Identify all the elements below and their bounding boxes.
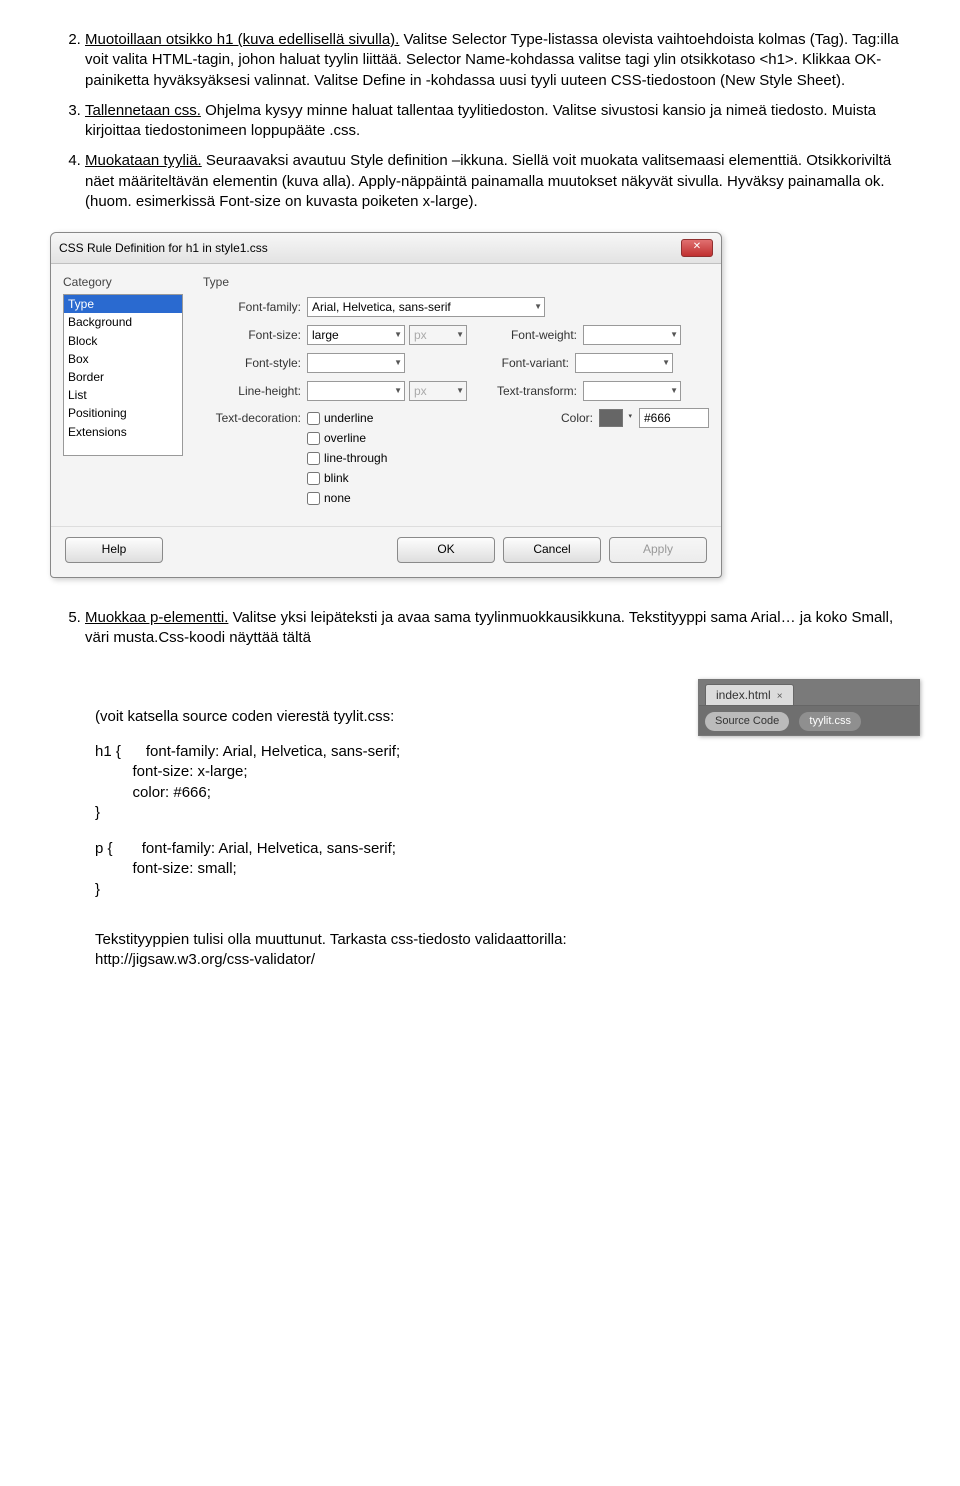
tyylit-css-pill[interactable]: tyylit.css [799,712,861,731]
line-height-unit-combo[interactable]: px▼ [409,381,467,401]
category-item-box[interactable]: Box [64,350,182,368]
chevron-down-icon: ▼ [456,330,464,341]
instruction-list-2: Muokkaa p-elementti. Valitse yksi leipät… [40,608,920,649]
font-variant-label: Font-variant: [483,355,575,371]
dialog-title: CSS Rule Definition for h1 in style1.css [59,240,268,256]
instruction-list: Muotoillaan otsikko h1 (kuva edellisellä… [40,30,920,212]
category-item-border[interactable]: Border [64,368,182,386]
font-variant-combo[interactable]: ▼ [575,353,673,373]
chevron-down-icon: ▼ [394,330,402,341]
chevron-down-icon: ▼ [662,358,670,369]
type-section-label: Type [203,274,709,290]
line-height-label: Line-height: [203,383,307,399]
category-item-block[interactable]: Block [64,332,182,350]
step-5: Muokkaa p-elementti. Valitse yksi leipät… [85,608,920,649]
source-code-pill[interactable]: Source Code [705,712,789,731]
ok-button[interactable]: OK [397,537,495,563]
footer-text: Tekstityyppien tulisi olla muuttunut. Ta… [40,930,920,971]
font-weight-combo[interactable]: ▼ [583,325,681,345]
category-item-type[interactable]: Type [64,295,182,313]
decoration-blink[interactable]: blink [307,468,387,488]
chevron-down-icon: ▼ [670,386,678,397]
source-hint: (voit katsella source coden vierestä tyy… [95,708,394,725]
category-item-list[interactable]: List [64,386,182,404]
category-item-extensions[interactable]: Extensions [64,423,182,441]
chevron-down-icon: ▼ [534,302,542,313]
font-size-label: Font-size: [203,327,307,343]
css-code-p: p { font-family: Arial, Helvetica, sans-… [95,839,920,900]
chevron-down-icon: ▼ [456,386,464,397]
step-2-title: Muotoillaan otsikko h1 (kuva edellisellä… [85,31,399,48]
decoration-overline[interactable]: overline [307,428,387,448]
tab-index-html[interactable]: index.html× [705,684,794,706]
close-icon[interactable]: × [777,691,783,702]
line-height-combo[interactable]: ▼ [307,381,405,401]
step-4-body: Seuraavaksi avautuu Style definition –ik… [85,152,891,210]
css-rule-dialog: CSS Rule Definition for h1 in style1.css… [50,232,722,578]
color-label: Color: [543,410,599,426]
step-3-body: Ohjelma kysyy minne haluat tallentaa tyy… [85,102,876,139]
font-size-unit-combo[interactable]: px▼ [409,325,467,345]
step-3-title: Tallennetaan css. [85,102,201,119]
text-transform-label: Text-transform: [491,383,583,399]
font-weight-label: Font-weight: [491,327,583,343]
step-2: Muotoillaan otsikko h1 (kuva edellisellä… [85,30,920,91]
font-family-label: Font-family: [203,299,307,315]
chevron-down-icon: ▼ [394,386,402,397]
chevron-down-icon: ▼ [394,358,402,369]
category-list[interactable]: Type Background Block Box Border List Po… [63,294,183,456]
chevron-down-icon: ▼ [670,330,678,341]
text-transform-combo[interactable]: ▼ [583,381,681,401]
cancel-button[interactable]: Cancel [503,537,601,563]
category-label: Category [63,274,183,290]
font-style-label: Font-style: [203,355,307,371]
css-code-h1: h1 { font-family: Arial, Helvetica, sans… [95,742,920,823]
step-5-title: Muokkaa p-elementti. [85,609,228,626]
category-item-background[interactable]: Background [64,313,182,331]
dialog-titlebar: CSS Rule Definition for h1 in style1.css… [51,233,721,264]
step-4-title: Muokataan tyyliä. [85,152,202,169]
decoration-none[interactable]: none [307,488,387,508]
step-3: Tallennetaan css. Ohjelma kysyy minne ha… [85,101,920,142]
decoration-underline[interactable]: underline [307,408,387,428]
help-button[interactable]: Help [65,537,163,563]
font-style-combo[interactable]: ▼ [307,353,405,373]
text-decoration-label: Text-decoration: [203,408,307,426]
step-4: Muokataan tyyliä. Seuraavaksi avautuu St… [85,151,920,212]
apply-button[interactable]: Apply [609,537,707,563]
color-swatch[interactable] [599,409,623,427]
decoration-line-through[interactable]: line-through [307,448,387,468]
editor-tab-panel: index.html× Source Code tyylit.css [698,679,920,736]
close-button[interactable]: ✕ [681,239,713,257]
color-field[interactable]: #666 [639,408,709,428]
category-item-positioning[interactable]: Positioning [64,404,182,422]
font-size-combo[interactable]: large▼ [307,325,405,345]
font-family-combo[interactable]: Arial, Helvetica, sans-serif▼ [307,297,545,317]
